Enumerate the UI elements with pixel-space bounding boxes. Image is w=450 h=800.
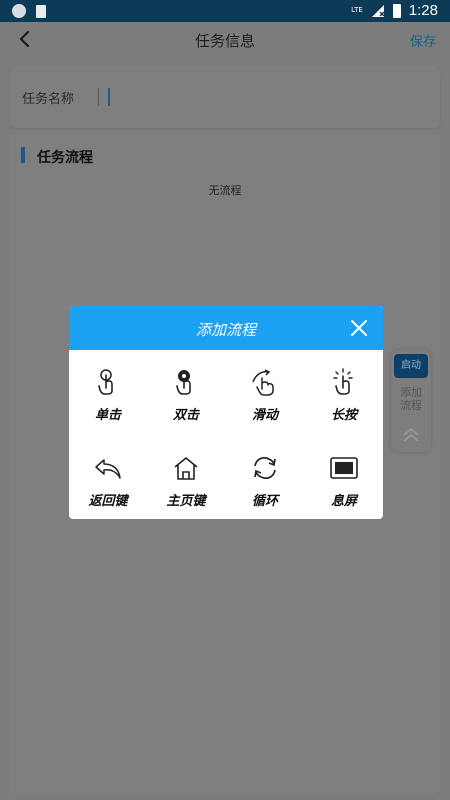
double-tap-icon — [176, 370, 191, 395]
dialog-header: 添加流程 — [69, 306, 383, 350]
section-marker — [21, 147, 25, 163]
home-key-option[interactable]: 主页键 — [147, 436, 225, 519]
screen-off-option[interactable]: 息屏 — [305, 436, 383, 519]
flow-section-title: 任务流程 — [37, 150, 93, 166]
floating-panel: 启动 添加流程 — [391, 350, 431, 452]
title-bar: 任务信息 保存 — [0, 22, 450, 56]
loop-option[interactable]: 循环 — [226, 436, 304, 519]
dialog-title: 添加流程 — [195, 321, 256, 339]
screen-off-icon — [330, 457, 358, 479]
task-name-label: 任务名称 — [22, 92, 75, 107]
signal-icon — [371, 4, 385, 17]
sd-card-icon — [36, 4, 46, 18]
empty-flow-text: 无流程 — [208, 184, 242, 197]
swipe-label: 滑动 — [251, 408, 278, 423]
task-name-card: 任务名称 — [10, 66, 440, 128]
network-type: LTE — [351, 6, 363, 14]
task-name-input[interactable] — [102, 84, 432, 110]
swipe-option[interactable]: 滑动 — [226, 350, 304, 434]
double-tap-option[interactable]: 双击 — [147, 350, 225, 434]
home-key-icon — [174, 457, 198, 480]
back-key-label: 返回键 — [88, 494, 128, 509]
single-tap-label: 单击 — [94, 408, 121, 423]
loop-label: 循环 — [251, 494, 278, 509]
double-tap-label: 双击 — [172, 408, 199, 423]
home-key-label: 主页键 — [166, 494, 206, 509]
close-icon[interactable] — [349, 318, 369, 338]
add-flow-shortcut[interactable]: 添加流程 — [391, 386, 431, 412]
divider — [98, 88, 99, 106]
clock: 1:28 — [408, 2, 438, 19]
status-bar: LTE 1:28 — [0, 0, 450, 22]
single-tap-option[interactable]: 单击 — [69, 350, 147, 434]
collapse-icon[interactable] — [400, 424, 422, 446]
save-button[interactable]: 保存 — [410, 31, 436, 50]
page-title: 任务信息 — [194, 32, 255, 50]
screen-off-label: 息屏 — [330, 494, 357, 509]
swipe-icon — [252, 369, 274, 396]
text-cursor — [108, 88, 110, 106]
flow-action-grid: 单击 双击 滑动 长按 返回键 主页键 循环 息屏 — [69, 350, 383, 519]
long-press-icon — [333, 368, 353, 395]
add-flow-dialog: 添加流程 单击 双击 滑动 长按 返回键 主页键 循环 息屏 — [69, 306, 383, 519]
back-key-icon — [95, 459, 121, 479]
loop-icon — [254, 456, 276, 480]
battery-icon — [392, 3, 401, 18]
single-tap-icon — [98, 369, 113, 395]
notification-icon — [12, 4, 26, 18]
start-button[interactable]: 启动 — [394, 354, 428, 378]
back-key-option[interactable]: 返回键 — [69, 436, 147, 519]
long-press-option[interactable]: 长按 — [305, 350, 383, 434]
long-press-label: 长按 — [330, 408, 357, 423]
add-flow-shortcut-label: 添加流程 — [400, 386, 422, 412]
